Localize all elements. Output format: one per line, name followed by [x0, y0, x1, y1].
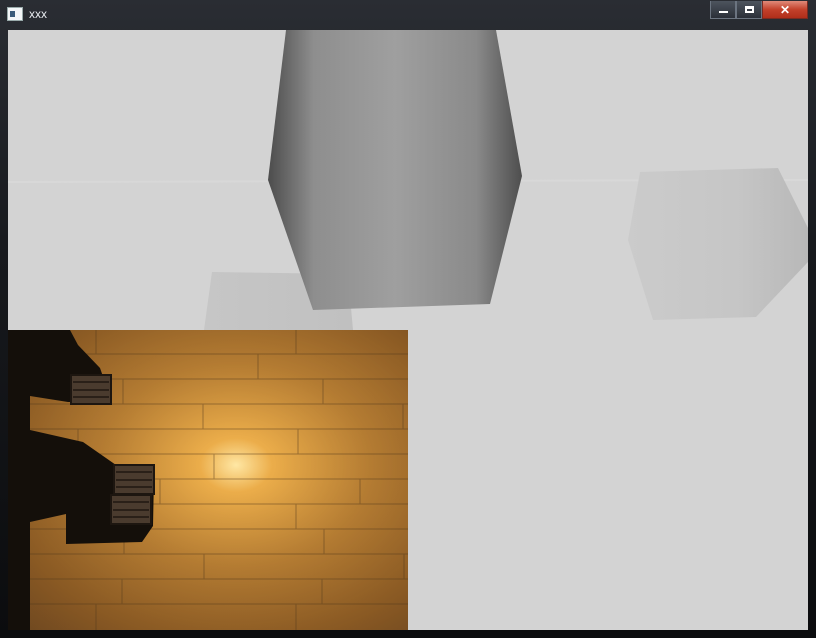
title-bar[interactable]: xxx ✕ — [0, 0, 816, 28]
minimize-button[interactable] — [710, 1, 736, 19]
maximize-button[interactable] — [736, 1, 762, 19]
floor-scene — [8, 330, 408, 630]
maximize-icon — [744, 6, 754, 13]
large-grey-cube — [268, 30, 522, 310]
window-title: xxx — [29, 7, 47, 21]
render-viewport[interactable] — [8, 30, 808, 630]
window-controls: ✕ — [710, 1, 808, 21]
app-window: xxx ✕ — [0, 0, 816, 638]
app-icon[interactable] — [7, 7, 23, 21]
crate-1 — [70, 374, 112, 405]
close-icon: ✕ — [779, 2, 791, 17]
close-button[interactable]: ✕ — [762, 1, 808, 19]
small-grey-cube — [628, 168, 808, 320]
floor-view-panel — [8, 330, 408, 630]
minimize-icon — [718, 11, 728, 13]
crate-3 — [110, 494, 152, 525]
crate-2 — [113, 464, 155, 495]
